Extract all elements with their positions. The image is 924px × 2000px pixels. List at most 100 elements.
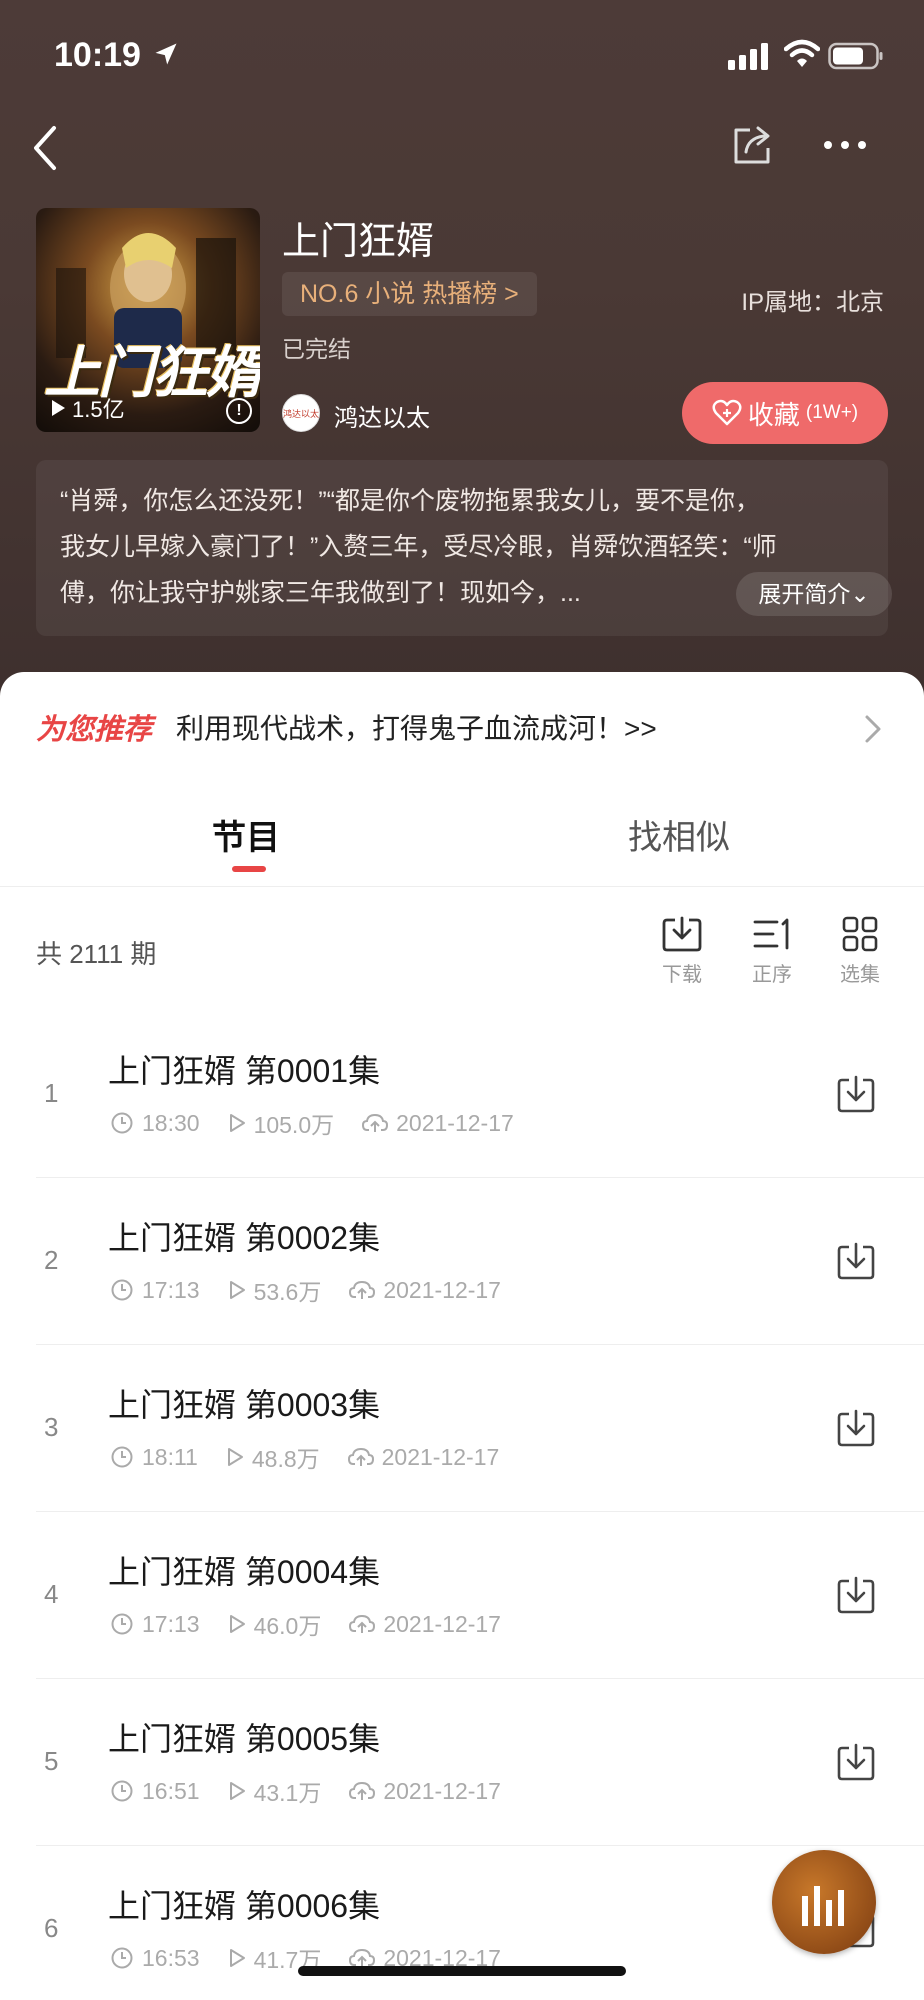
back-icon[interactable] [28,122,64,174]
episode-plays: 46.0万 [253,1613,322,1639]
completion-status: 已完结 [282,336,351,362]
clock-icon [111,1613,133,1635]
episode-plays: 43.1万 [253,1780,322,1806]
play-count-icon [227,1448,243,1466]
play-count-icon [229,1281,245,1299]
episode-date: 2021-12-17 [383,1276,501,1303]
equalizer-icon [802,1886,844,1926]
expand-intro-button[interactable]: 展开简介⌄ [736,572,892,616]
sort-order-button[interactable]: 正序 [742,914,802,987]
upload-cloud-icon [362,1113,389,1132]
book-cover[interactable]: 上门狂婿 1.5亿 ! [36,208,260,432]
download-all-button[interactable]: 下载 [652,914,712,987]
episode-plays: 105.0万 [253,1112,335,1138]
home-indicator [298,1966,626,1976]
grid-icon [842,916,878,952]
location-arrow-icon [155,43,177,65]
cellular-signal-icon [728,43,768,70]
download-icon[interactable] [834,1740,878,1784]
episode-title: 上门狂婿 第0002集 [108,1220,381,1256]
episode-number: 5 [44,1746,59,1776]
intro-line: “肖舜，你怎么还没死！”“都是你个废物拖累我女儿，要不是你， [60,487,760,515]
download-icon[interactable] [834,1573,878,1617]
episode-row[interactable]: 1 上门狂婿 第0001集 18:30 105.0万 2021-12-17 [0,1010,924,1178]
download-icon[interactable] [834,1239,878,1283]
upload-cloud-icon [347,1447,374,1466]
episode-row[interactable]: 5 上门狂婿 第0005集 16:51 43.1万 2021-12-17 [0,1678,924,1846]
download-icon [662,916,702,952]
clock-icon [111,1446,133,1468]
play-count-icon [229,1114,245,1132]
episode-date: 2021-12-17 [396,1109,514,1136]
cover-play-count: 1.5亿 [50,392,125,424]
status-time: 10:19 [54,36,141,74]
play-count-value: 1.5亿 [72,397,125,422]
episode-title: 上门狂婿 第0006集 [108,1888,381,1924]
episode-meta: 17:13 46.0万 2021-12-17 [110,1607,529,1641]
chevron-right-icon[interactable] [862,712,884,746]
episode-row[interactable]: 2 上门狂婿 第0002集 17:13 53.6万 2021-12-17 [0,1177,924,1345]
book-title: 上门狂婿 [282,221,435,263]
episode-title: 上门狂婿 第0005集 [108,1721,381,1757]
share-icon[interactable] [730,122,776,168]
tab-programs[interactable]: 节目 [212,810,280,859]
heart-plus-icon [712,399,742,426]
select-episodes-button[interactable]: 选集 [830,914,890,987]
play-count-icon [229,1615,245,1633]
play-icon [52,400,65,416]
episode-row[interactable]: 3 上门狂婿 第0003集 18:11 48.8万 2021-12-17 [0,1344,924,1512]
episode-duration: 18:11 [142,1443,198,1470]
play-count-icon [229,1782,245,1800]
episode-duration: 18:30 [142,1109,200,1136]
sort-icon [753,918,789,950]
clock-icon [111,1780,133,1802]
status-bar: 10:19 [54,36,884,76]
divider [0,886,924,887]
tab-similar[interactable]: 找相似 [628,810,730,859]
clock-icon [111,1947,133,1969]
upload-cloud-icon [349,1781,376,1800]
clock-icon [111,1279,133,1301]
more-icon[interactable] [820,130,870,160]
ip-location: IP属地：北京 [741,289,884,316]
episode-number: 6 [44,1913,59,1943]
download-label: 下载 [662,964,702,986]
play-count-icon [229,1949,245,1967]
episode-meta: 16:51 43.1万 2021-12-17 [110,1774,529,1808]
intro-line: 我女儿早嫁入豪门了！”入赘三年，受尽冷眼，肖舜饮酒轻笑：“师 [60,533,777,561]
recommendation-banner[interactable]: 为您推荐 利用现代战术，打得鬼子血流成河！>> [36,706,657,748]
author-avatar[interactable]: 鸿达以太 [282,394,320,432]
upload-cloud-icon [349,1280,376,1299]
upload-cloud-icon [349,1614,376,1633]
episode-duration: 16:53 [142,1944,200,1971]
episode-number: 4 [44,1579,59,1609]
favorite-count: (1W+) [805,402,859,423]
episode-title: 上门狂婿 第0001集 [108,1053,381,1089]
author-name[interactable]: 鸿达以太 [334,398,430,433]
episode-meta: 18:11 48.8万 2021-12-17 [110,1440,527,1474]
episode-meta: 18:30 105.0万 2021-12-17 [110,1106,542,1140]
favorite-button[interactable]: 收藏 (1W+) [682,382,888,444]
download-icon[interactable] [834,1406,878,1450]
episode-number: 3 [44,1412,59,1442]
episode-number: 2 [44,1245,59,1275]
info-icon[interactable]: ! [226,398,252,424]
episode-number: 1 [44,1078,59,1108]
episode-duration: 16:51 [142,1777,200,1804]
favorite-label: 收藏 [747,399,800,430]
episode-plays: 53.6万 [253,1279,322,1305]
select-label: 选集 [840,964,880,986]
episode-duration: 17:13 [142,1276,200,1303]
recommend-text: 利用现代战术，打得鬼子血流成河！>> [176,713,657,744]
rank-badge[interactable]: NO.6 小说 热播榜 > [282,272,537,316]
episode-meta: 17:13 53.6万 2021-12-17 [110,1273,529,1307]
recommend-tag: 为您推荐 [36,714,153,746]
episode-title: 上门狂婿 第0003集 [108,1387,381,1423]
sort-label: 正序 [752,964,792,986]
floating-player-button[interactable] [772,1850,876,1954]
episode-title: 上门狂婿 第0004集 [108,1554,381,1590]
episode-row[interactable]: 4 上门狂婿 第0004集 17:13 46.0万 2021-12-17 [0,1511,924,1679]
episode-plays: 48.8万 [251,1446,320,1472]
download-icon[interactable] [834,1072,878,1116]
episode-date: 2021-12-17 [383,1610,501,1637]
